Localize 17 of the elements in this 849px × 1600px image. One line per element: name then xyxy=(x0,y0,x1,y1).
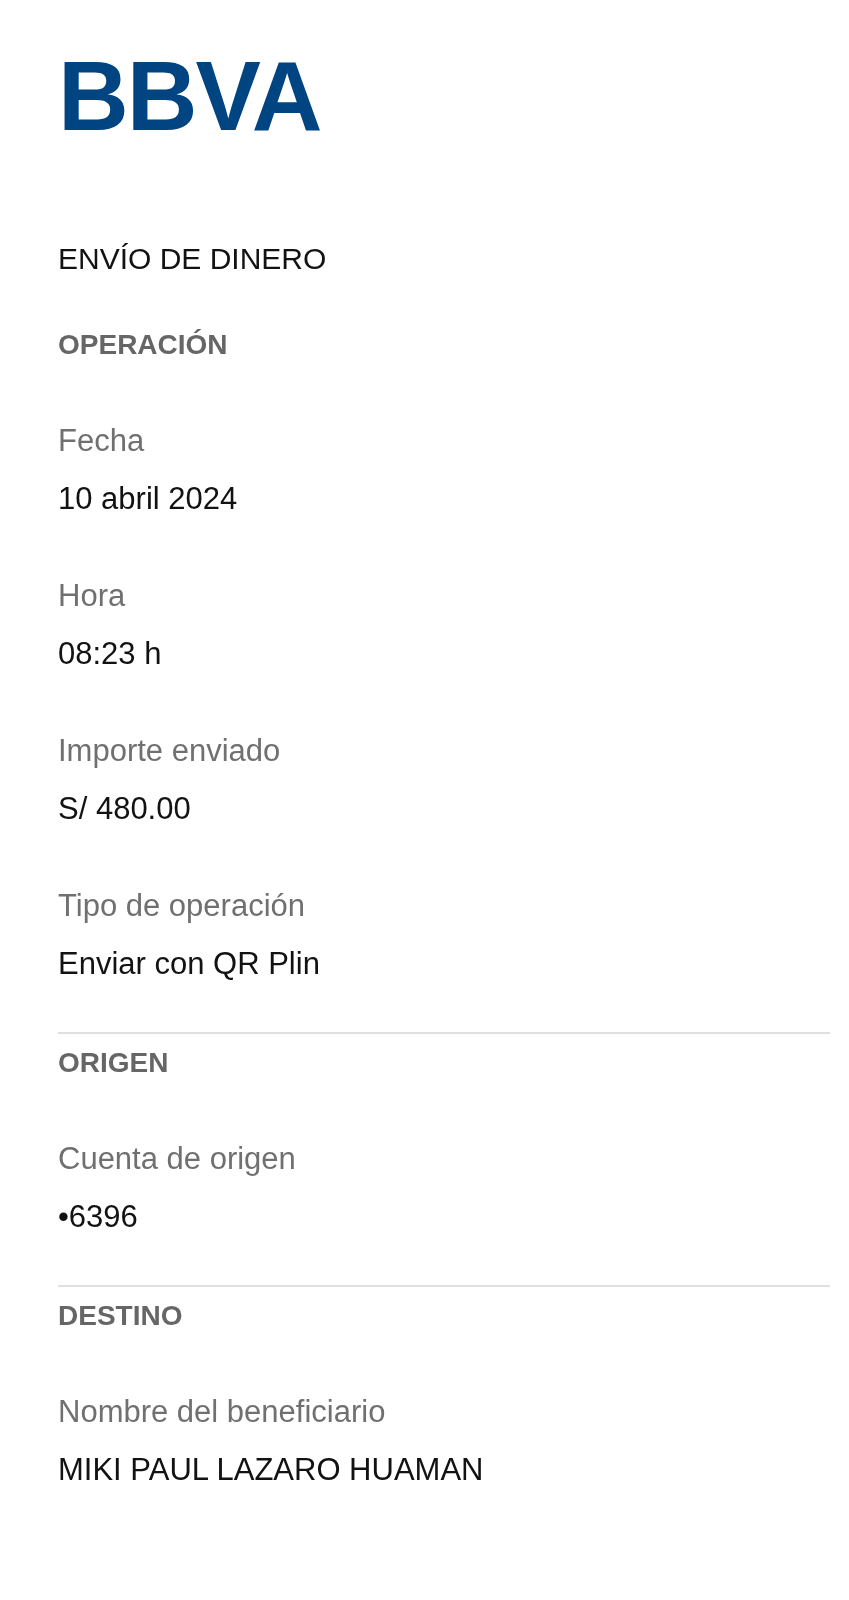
field-value: Enviar con QR Plin xyxy=(58,945,320,983)
field-label: Fecha xyxy=(58,422,145,460)
field-label: Nombre del beneficiario xyxy=(58,1393,386,1431)
section-heading: DESTINO xyxy=(58,1299,183,1333)
section-heading: ORIGEN xyxy=(58,1046,169,1080)
field-label: Hora xyxy=(58,577,126,615)
field-label: Importe enviado xyxy=(58,732,281,770)
field-value: 10 abril 2024 xyxy=(58,480,238,518)
field-label: Cuenta de origen xyxy=(58,1140,296,1178)
field-value: MIKI PAUL LAZARO HUAMAN xyxy=(58,1451,484,1489)
field-value: •6396 xyxy=(58,1198,138,1236)
field-value: 08:23 h xyxy=(58,635,162,673)
field-label: Tipo de operación xyxy=(58,887,306,925)
page-title: ENVÍO DE DINERO xyxy=(58,241,327,277)
section-heading: OPERACIÓN xyxy=(58,328,228,362)
bank-logo: BBVA xyxy=(58,58,321,135)
field-value: S/ 480.00 xyxy=(58,790,191,828)
